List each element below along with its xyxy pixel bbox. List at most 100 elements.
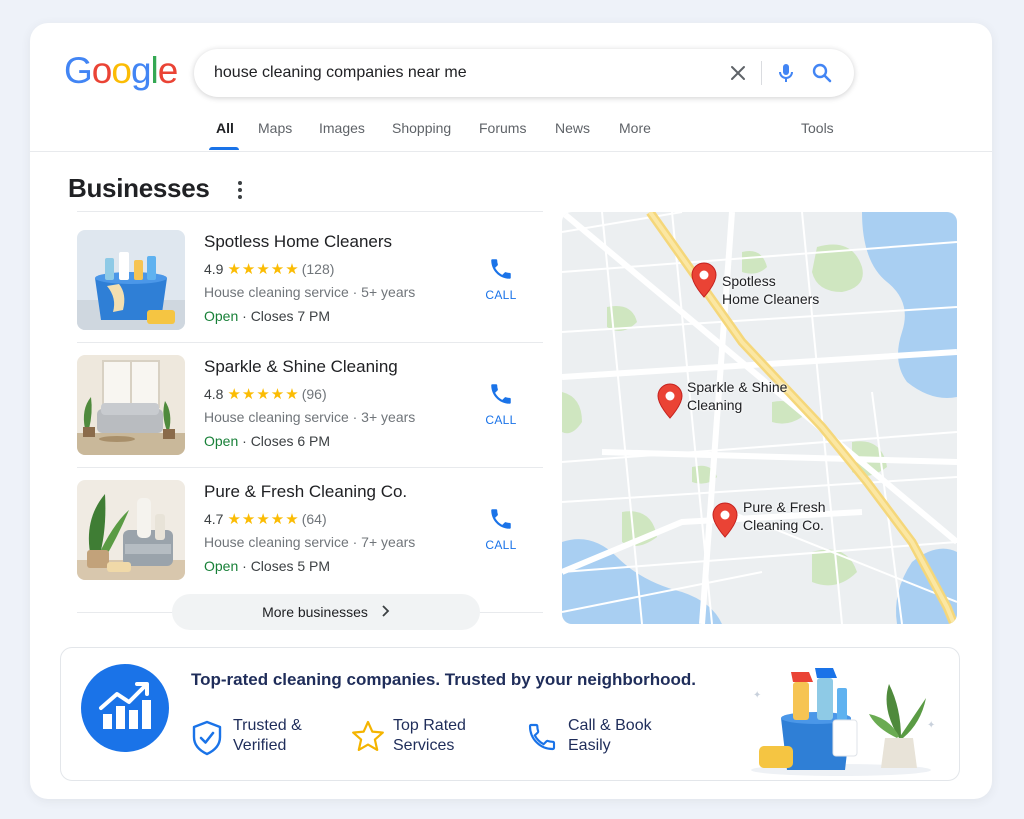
rating-value: 4.8 bbox=[204, 386, 224, 402]
more-businesses-button[interactable]: More businesses bbox=[172, 594, 480, 630]
logo-letter: l bbox=[150, 50, 159, 91]
business-category: House cleaning service · 7+ years bbox=[204, 534, 416, 550]
business-rating: 4.7 ★★★★★ (64) bbox=[204, 510, 327, 528]
review-count[interactable]: (64) bbox=[302, 511, 327, 527]
business-photo bbox=[77, 230, 185, 330]
close-icon[interactable] bbox=[728, 63, 748, 83]
call-label: CALL bbox=[485, 538, 517, 552]
feature-label: Top Rated bbox=[393, 717, 466, 734]
logo-letter: G bbox=[64, 50, 93, 91]
chevron-right-icon bbox=[380, 594, 390, 630]
growth-chart-badge bbox=[81, 664, 169, 752]
review-count[interactable]: (128) bbox=[302, 261, 335, 277]
phone-icon bbox=[528, 723, 556, 751]
call-button[interactable]: CALL bbox=[477, 381, 525, 427]
pin-label-line: Cleaning Co. bbox=[743, 517, 824, 533]
map-pin-label[interactable]: Pure & Fresh Cleaning Co. bbox=[743, 498, 825, 534]
logo-letter: g bbox=[130, 50, 152, 91]
search-icon[interactable] bbox=[810, 61, 834, 85]
call-button[interactable]: CALL bbox=[477, 256, 525, 302]
open-status: Open bbox=[204, 433, 239, 449]
feature-label: Easily bbox=[568, 737, 611, 754]
rating-value: 4.7 bbox=[204, 511, 224, 527]
tools-button[interactable]: Tools bbox=[801, 120, 834, 136]
pin-label-line: Spotless bbox=[722, 273, 776, 289]
map-pin-label[interactable]: Sparkle & Shine Cleaning bbox=[687, 378, 787, 414]
star-rating: ★★★★★ bbox=[227, 261, 300, 278]
phone-icon bbox=[491, 509, 511, 529]
review-count[interactable]: (96) bbox=[302, 386, 327, 402]
feature-label: Services bbox=[393, 737, 455, 754]
business-listing[interactable]: Sparkle & Shine Cleaning 4.8 ★★★★★ (96) Ho… bbox=[77, 355, 543, 465]
divider bbox=[77, 342, 543, 343]
growth-chart-icon bbox=[99, 682, 151, 729]
banner-headline: Top-rated cleaning companies. Trusted by… bbox=[191, 670, 697, 689]
pin-label-line: Home Cleaners bbox=[722, 291, 820, 307]
search-divider bbox=[761, 61, 762, 85]
google-logo[interactable]: Google bbox=[64, 49, 179, 93]
star-rating: ★★★★★ bbox=[227, 386, 300, 403]
closing-time: · Closes 7 PM bbox=[242, 308, 331, 324]
section-title: Businesses bbox=[68, 173, 210, 203]
promo-banner: Top-rated cleaning companies. Trusted by… bbox=[60, 647, 960, 781]
call-button[interactable]: CALL bbox=[477, 506, 525, 552]
business-rating: 4.9 ★★★★★ (128) bbox=[204, 260, 334, 278]
more-options-icon[interactable] bbox=[233, 178, 247, 202]
closing-time: · Closes 5 PM bbox=[242, 558, 331, 574]
tab-images[interactable]: Images bbox=[319, 120, 365, 136]
tab-maps[interactable]: Maps bbox=[258, 120, 292, 136]
feature-label: Verified bbox=[233, 737, 287, 754]
pin-label-line: Pure & Fresh bbox=[743, 499, 826, 515]
open-status: Open bbox=[204, 558, 239, 574]
map-pin-label[interactable]: Spotless Home Cleaners bbox=[722, 272, 819, 308]
business-name[interactable]: Pure & Fresh Cleaning Co. bbox=[204, 482, 407, 502]
pin-label-line: Sparkle & Shine bbox=[687, 379, 788, 395]
microphone-icon[interactable] bbox=[774, 61, 798, 85]
phone-icon bbox=[491, 259, 511, 279]
logo-letter: o bbox=[111, 50, 132, 91]
tab-news[interactable]: News bbox=[555, 120, 590, 136]
business-name[interactable]: Sparkle & Shine Cleaning bbox=[204, 357, 398, 377]
call-label: CALL bbox=[485, 413, 517, 427]
header-divider bbox=[30, 151, 992, 152]
business-listing[interactable]: Spotless Home Cleaners 4.9 ★★★★★ (128) Hou… bbox=[77, 230, 543, 340]
search-input[interactable]: house cleaning companies near me bbox=[214, 49, 467, 97]
results-map[interactable]: Spotless Home Cleaners Sparkle & Shine C… bbox=[562, 212, 957, 624]
more-businesses-label: More businesses bbox=[262, 604, 368, 620]
divider bbox=[77, 211, 543, 212]
business-name[interactable]: Spotless Home Cleaners bbox=[204, 232, 392, 252]
rating-value: 4.9 bbox=[204, 261, 224, 277]
star-rating: ★★★★★ bbox=[227, 511, 300, 528]
tab-all[interactable]: All bbox=[216, 120, 234, 136]
svg-text:✦: ✦ bbox=[927, 720, 935, 731]
business-category: House cleaning service · 5+ years bbox=[204, 284, 416, 300]
feature-label: Trusted & bbox=[233, 717, 302, 734]
business-hours: Open · Closes 7 PM bbox=[204, 308, 330, 324]
svg-text:✦: ✦ bbox=[753, 690, 761, 701]
search-results-card: Google house cleaning companies near me … bbox=[30, 23, 992, 799]
divider bbox=[77, 467, 543, 468]
open-status: Open bbox=[204, 308, 239, 324]
pin-label-line: Cleaning bbox=[687, 397, 743, 413]
feature-label: Call & Book bbox=[568, 717, 652, 734]
search-box[interactable]: house cleaning companies near me bbox=[194, 49, 854, 97]
phone-icon bbox=[491, 384, 511, 404]
star-icon bbox=[352, 720, 384, 751]
business-photo bbox=[77, 480, 185, 580]
call-label: CALL bbox=[485, 288, 517, 302]
active-tab-indicator bbox=[209, 147, 239, 150]
business-hours: Open · Closes 6 PM bbox=[204, 433, 330, 449]
tab-shopping[interactable]: Shopping bbox=[392, 120, 451, 136]
business-category: House cleaning service · 3+ years bbox=[204, 409, 416, 425]
tab-more[interactable]: More bbox=[619, 120, 651, 136]
business-listing[interactable]: Pure & Fresh Cleaning Co. 4.7 ★★★★★ (64) H… bbox=[77, 480, 543, 590]
logo-letter: e bbox=[157, 50, 179, 91]
shield-check-icon bbox=[192, 720, 222, 756]
logo-letter: o bbox=[91, 50, 113, 91]
business-photo bbox=[77, 355, 185, 455]
closing-time: · Closes 6 PM bbox=[242, 433, 331, 449]
cleaning-supplies-illustration: ✦ ✦ bbox=[751, 668, 935, 776]
tab-forums[interactable]: Forums bbox=[479, 120, 526, 136]
business-hours: Open · Closes 5 PM bbox=[204, 558, 330, 574]
business-rating: 4.8 ★★★★★ (96) bbox=[204, 385, 327, 403]
